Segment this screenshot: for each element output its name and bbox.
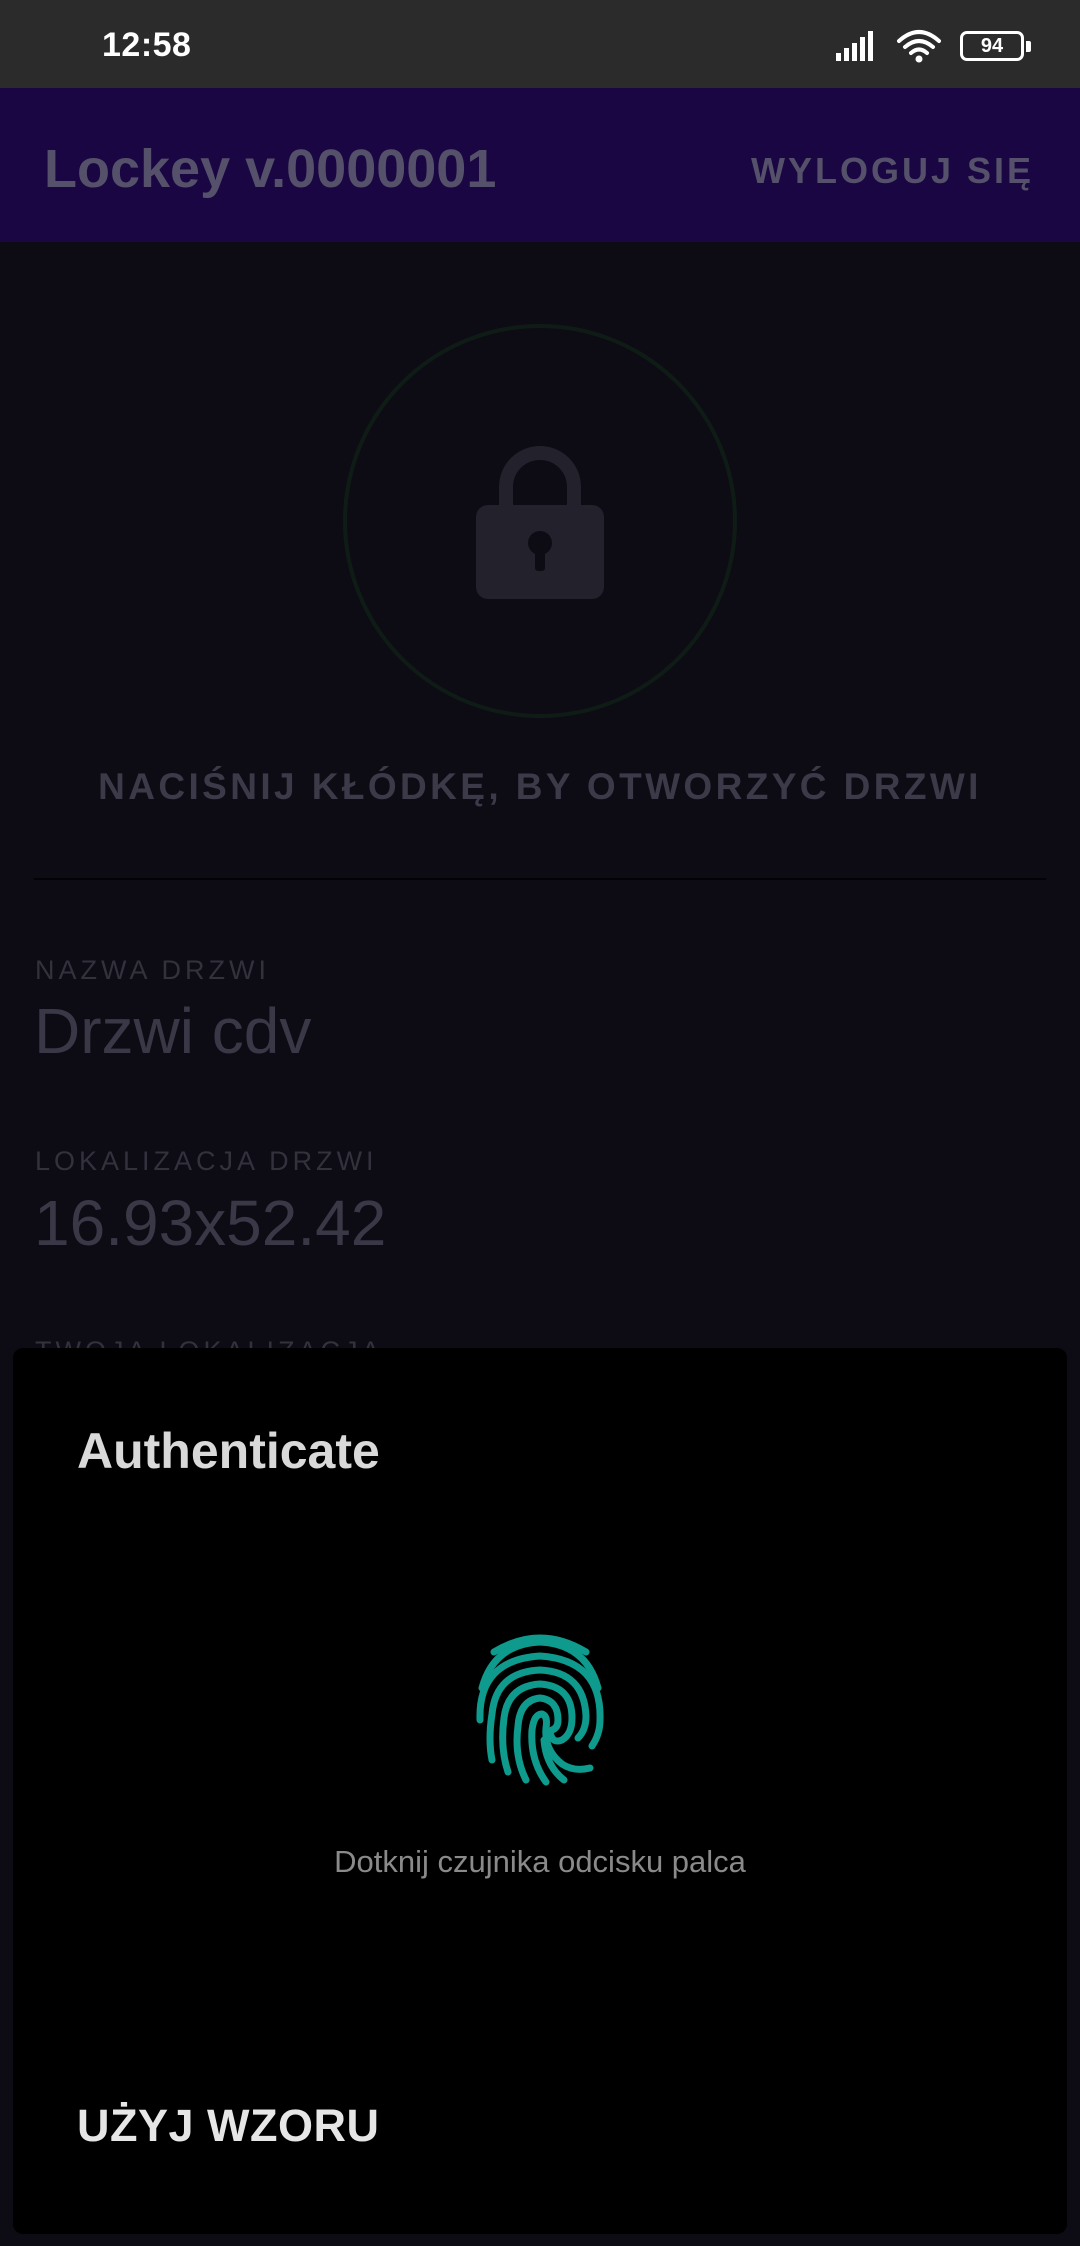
auth-dialog: Authenticate Dotknij czujnika odcisku pa… (13, 1348, 1067, 2234)
lock-button[interactable] (343, 324, 737, 718)
wifi-icon (897, 30, 941, 63)
door-name-label: NAZWA DRZWI (35, 955, 270, 985)
lock-icon (476, 446, 604, 599)
auth-hint: Dotknij czujnika odcisku palca (334, 1844, 746, 1879)
door-location-label: LOKALIZACJA DRZWI (35, 1146, 378, 1176)
logout-button[interactable]: WYLOGUJ SIĘ (751, 150, 1034, 192)
use-pattern-button[interactable]: UŻYJ WZORU (77, 2100, 380, 2152)
fingerprint-icon (476, 1634, 604, 1786)
status-time: 12:58 (102, 26, 192, 64)
screen: 12:58 94 Lockey v.0000001 WYLOGUJ SIĘ NA… (0, 0, 1080, 2246)
status-icons: 94 (836, 26, 1031, 66)
app-title: Lockey v.0000001 (44, 139, 497, 199)
signal-icon (836, 31, 873, 61)
divider (34, 878, 1046, 880)
door-location-value: 16.93x52.42 (34, 1187, 387, 1259)
lock-hint: NACIŚNIJ KŁÓDKĘ, BY OTWORZYĆ DRZWI (98, 766, 982, 807)
battery-icon: 94 (960, 31, 1031, 61)
battery-level: 94 (980, 34, 1004, 57)
door-name-value: Drzwi cdv (34, 995, 312, 1067)
status-bar: 12:58 94 (0, 0, 1080, 88)
app-bar: Lockey v.0000001 WYLOGUJ SIĘ (0, 88, 1080, 242)
auth-title: Authenticate (77, 1423, 380, 1479)
